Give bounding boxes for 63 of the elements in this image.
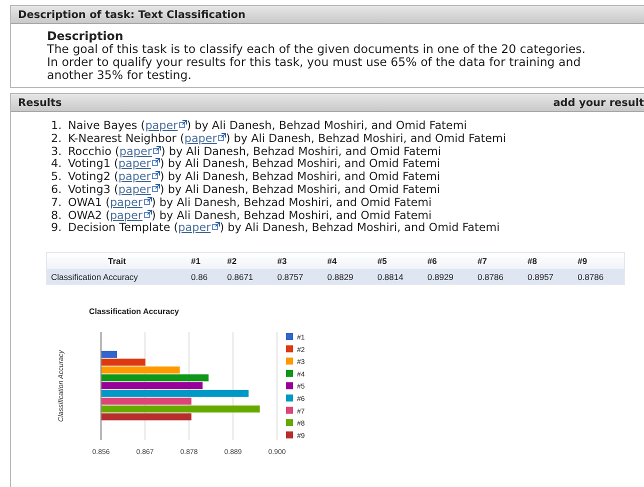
column-header: #9 bbox=[574, 252, 624, 270]
column-header: #2 bbox=[223, 252, 274, 270]
list-number: 7. bbox=[51, 196, 63, 210]
list-number: 1. bbox=[51, 120, 63, 133]
list-number: 8. bbox=[51, 210, 63, 222]
external-link-icon bbox=[152, 146, 161, 154]
external-link-icon bbox=[218, 132, 226, 141]
list-number: 4. bbox=[51, 158, 63, 172]
table-cell: 0.8671 bbox=[223, 269, 274, 285]
external-link-icon bbox=[178, 120, 187, 128]
paper-link[interactable]: paper bbox=[110, 196, 152, 209]
list-number: 5. bbox=[51, 171, 63, 184]
column-header: #8 bbox=[524, 252, 574, 270]
result-entry: Naive Bayes (paper ) by Ali Danesh, Behzad Moshiri, and Omid Fatemi bbox=[68, 120, 467, 133]
paper-link[interactable]: paper bbox=[118, 157, 160, 170]
table-cell: 0.8929 bbox=[423, 269, 474, 285]
external-link-icon bbox=[152, 171, 160, 180]
external-link-icon bbox=[152, 158, 160, 166]
description-text: The goal of this task is to classify each of the given documents in one of the 20 categories. bbox=[47, 43, 586, 56]
description-heading: Description bbox=[47, 30, 124, 43]
column-header: #5 bbox=[373, 252, 424, 270]
external-link-icon bbox=[144, 210, 152, 218]
result-entry: OWA2 (paper ) by Ali Danesh, Behzad Moshiri, and Omid Fatemi bbox=[68, 210, 432, 222]
panel-title: Results bbox=[18, 96, 62, 108]
description-text: In order to qualify your results for this task, you must use 65% of the data for training and another 35% for testing. bbox=[47, 56, 581, 82]
list-number: 2. bbox=[51, 132, 63, 146]
table-cell: 0.8757 bbox=[273, 269, 324, 285]
list-number: 9. bbox=[51, 222, 63, 236]
result-entry: Voting1 (paper ) by Ali Danesh, Behzad Moshiri, and Omid Fatemi bbox=[68, 158, 440, 172]
table-cell: 0.8957 bbox=[524, 269, 574, 285]
paper-link[interactable]: paper bbox=[184, 132, 226, 145]
table-cell: 0.8829 bbox=[323, 269, 374, 285]
result-entry: OWA1 (paper ) by Ali Danesh, Behzad Moshiri, and Omid Fatemi bbox=[68, 196, 432, 210]
table-cell: 0.8814 bbox=[373, 269, 424, 285]
column-header: #3 bbox=[273, 252, 324, 270]
paper-link[interactable]: paper bbox=[110, 208, 152, 222]
column-header: #6 bbox=[423, 252, 474, 270]
paper-link[interactable]: paper bbox=[119, 144, 161, 158]
add-result-link[interactable]: add your result bbox=[553, 96, 644, 108]
result-entry: Rocchio (paper ) by Ali Danesh, Behzad Moshiri, and Omid Fatemi bbox=[68, 146, 442, 158]
result-entry: Voting3 (paper ) by Ali Danesh, Behzad Moshiri, and Omid Fatemi bbox=[68, 184, 440, 197]
external-link-icon bbox=[212, 222, 220, 230]
list-number: 3. bbox=[51, 146, 63, 158]
table-cell: Classification Accuracy bbox=[46, 269, 188, 285]
table-cell: 0.86 bbox=[187, 269, 224, 285]
panel-title: Description of task: Text Classification bbox=[18, 8, 246, 20]
paper-link[interactable]: paper bbox=[178, 221, 220, 234]
paper-link[interactable]: paper bbox=[118, 182, 160, 196]
external-link-icon bbox=[152, 184, 160, 192]
chart-title: Classification Accuracy bbox=[89, 307, 179, 316]
column-header: #1 bbox=[187, 252, 224, 270]
result-entry: Voting2 (paper ) by Ali Danesh, Behzad Moshiri, and Omid Fatemi bbox=[68, 171, 440, 184]
list-number: 6. bbox=[51, 184, 63, 197]
paper-link[interactable]: paper bbox=[145, 119, 187, 132]
paper-link[interactable]: paper bbox=[118, 170, 160, 184]
result-entry: Decision Template (paper ) by Ali Danesh, Behzad Moshiri, and Omid Fatemi bbox=[68, 222, 500, 236]
table-cell: 0.8786 bbox=[473, 269, 524, 285]
column-header: Trait bbox=[46, 252, 188, 270]
result-entry: K-Nearest Neighbor (paper ) by Ali Danesh, Behzad Moshiri, and Omid Fatemi bbox=[68, 132, 506, 146]
column-header: #4 bbox=[323, 252, 374, 270]
table-cell: 0.8786 bbox=[574, 269, 624, 285]
external-link-icon bbox=[144, 196, 152, 205]
column-header: #7 bbox=[473, 252, 524, 270]
